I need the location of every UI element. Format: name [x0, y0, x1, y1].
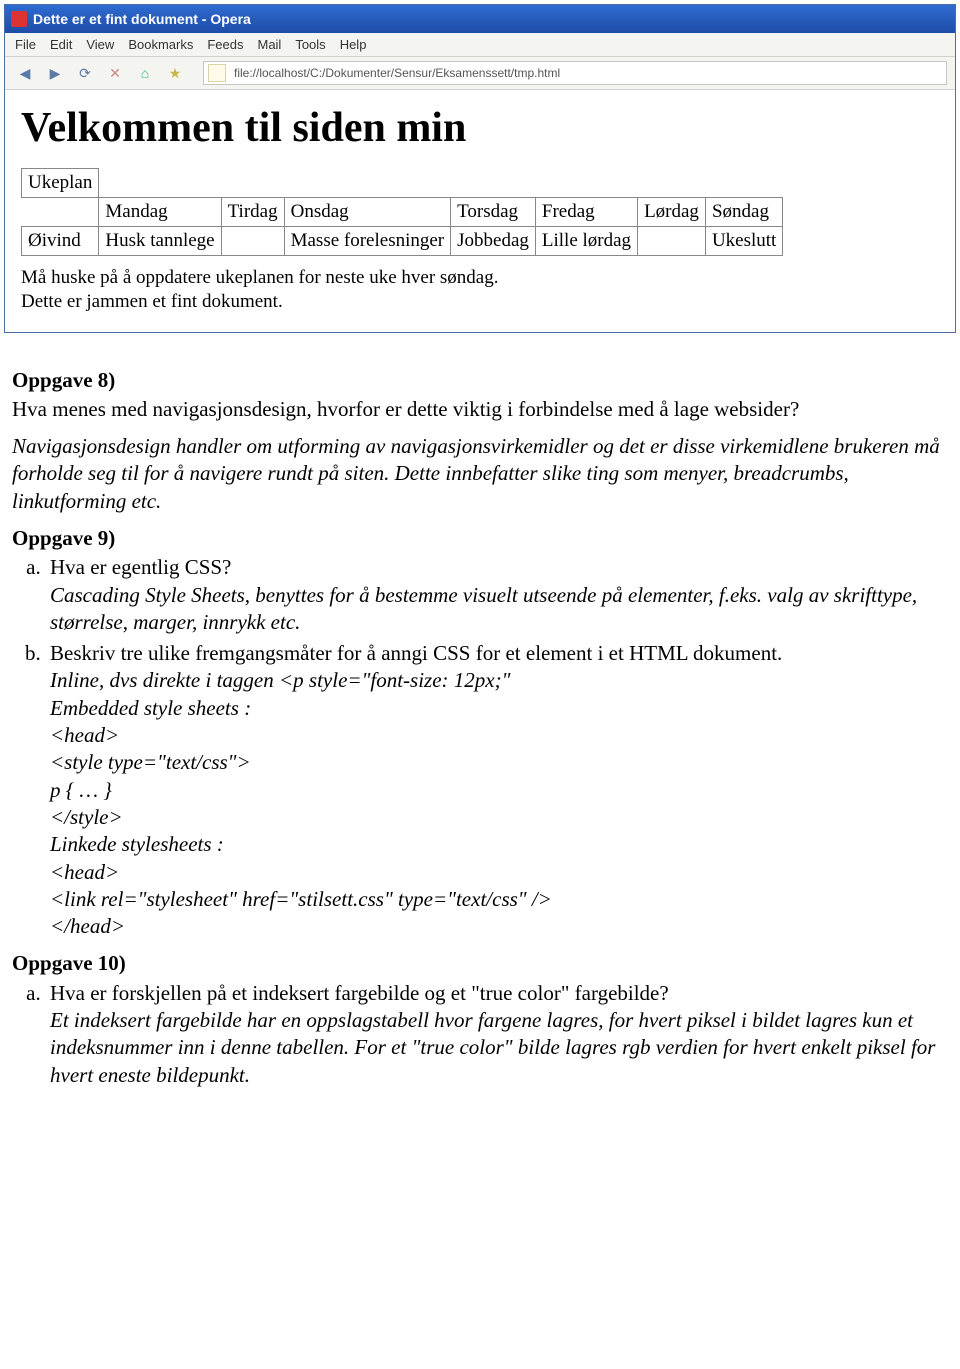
window-title: Dette er et fint dokument - Opera: [33, 11, 251, 27]
table-header-row: Mandag Tirdag Onsdag Torsdag Fredag Lørd…: [22, 198, 783, 227]
page-viewport: Velkommen til siden min Ukeplan Mandag T…: [5, 90, 955, 332]
day-header: Onsdag: [284, 198, 451, 227]
menu-file[interactable]: File: [15, 37, 36, 52]
oppgave8-answer: Navigasjonsdesign handler om utforming a…: [12, 433, 948, 515]
table-cell: Husk tannlege: [99, 227, 221, 256]
menu-bookmarks[interactable]: Bookmarks: [128, 37, 193, 52]
document-body: Oppgave 8) Hva menes med navigasjonsdesi…: [0, 351, 960, 1123]
oppgave10-a: Hva er forskjellen på et indeksert farge…: [46, 980, 948, 1089]
stop-button[interactable]: ✕: [103, 63, 127, 83]
oppgave8-question: Hva menes med navigasjonsdesign, hvorfor…: [12, 396, 948, 423]
menu-tools[interactable]: Tools: [295, 37, 325, 52]
day-header: Torsdag: [451, 198, 536, 227]
oppgave8-title: Oppgave 8): [12, 367, 948, 394]
day-header: Mandag: [99, 198, 221, 227]
table-cell: Masse forelesninger: [284, 227, 451, 256]
address-input[interactable]: [232, 65, 942, 81]
oppgave9-b-line6: Linkede stylesheets :: [50, 832, 224, 856]
oppgave9-a-question: Hva er egentlig CSS?: [50, 555, 231, 579]
oppgave9-b-line8: <link rel="stylesheet" href="stilsett.cs…: [50, 887, 552, 911]
back-button[interactable]: ◀: [13, 63, 37, 83]
ukeplan-table: Ukeplan Mandag Tirdag Onsdag Torsdag Fre…: [21, 168, 783, 256]
oppgave9-b: Beskriv tre ulike fremgangsmåter for å a…: [46, 640, 948, 940]
day-header: Tirdag: [221, 198, 284, 227]
page-note: Må huske på å oppdatere ukeplanen for ne…: [21, 266, 939, 314]
oppgave9-b-line9: </head>: [50, 914, 125, 938]
oppgave9-b-line4: p { … }: [50, 778, 112, 802]
oppgave9-title: Oppgave 9): [12, 525, 948, 552]
menu-edit[interactable]: Edit: [50, 37, 72, 52]
table-corner: Ukeplan: [22, 169, 99, 198]
day-header: Fredag: [535, 198, 637, 227]
window-titlebar: Dette er et fint dokument - Opera: [5, 5, 955, 33]
oppgave10-a-answer: Et indeksert fargebilde har en oppslagst…: [50, 1008, 935, 1087]
table-cell: Jobbedag: [451, 227, 536, 256]
toolbar: ◀ ▶ ⟳ ✕ ⌂ ★: [5, 57, 955, 90]
table-cell: [221, 227, 284, 256]
oppgave10-title: Oppgave 10): [12, 950, 948, 977]
table-cell: Lille lørdag: [535, 227, 637, 256]
wand-button[interactable]: ★: [163, 63, 187, 83]
oppgave10-a-question: Hva er forskjellen på et indeksert farge…: [50, 981, 669, 1005]
menu-feeds[interactable]: Feeds: [207, 37, 243, 52]
address-bar[interactable]: [203, 61, 947, 85]
note-line-2: Dette er jammen et fint dokument.: [21, 291, 283, 312]
oppgave9-b-line7: <head>: [50, 860, 119, 884]
oppgave9-a: Hva er egentlig CSS? Cascading Style She…: [46, 554, 948, 636]
oppgave9-b-line3: <style type="text/css">: [50, 750, 251, 774]
forward-button[interactable]: ▶: [43, 63, 67, 83]
oppgave9-b-line5: </style>: [50, 805, 123, 829]
home-button[interactable]: ⌂: [133, 63, 157, 83]
row-label: Øivind: [22, 227, 99, 256]
table-cell: Ukeslutt: [705, 227, 782, 256]
menu-view[interactable]: View: [86, 37, 114, 52]
day-header: Lørdag: [638, 198, 706, 227]
menu-help[interactable]: Help: [340, 37, 367, 52]
oppgave9-b-line1: Embedded style sheets :: [50, 696, 251, 720]
oppgave9-b-line0: Inline, dvs direkte i taggen <p style="f…: [50, 668, 510, 692]
table-cell: [638, 227, 706, 256]
page-heading: Velkommen til siden min: [21, 104, 939, 152]
browser-window: Dette er et fint dokument - Opera File E…: [4, 4, 956, 333]
menu-mail[interactable]: Mail: [257, 37, 281, 52]
day-header: Søndag: [705, 198, 782, 227]
file-icon: [208, 64, 226, 82]
app-icon: [11, 11, 27, 27]
oppgave9-b-question: Beskriv tre ulike fremgangsmåter for å a…: [50, 641, 782, 665]
note-line-1: Må huske på å oppdatere ukeplanen for ne…: [21, 267, 498, 288]
oppgave9-a-answer: Cascading Style Sheets, benyttes for å b…: [50, 583, 917, 634]
oppgave9-b-line2: <head>: [50, 723, 119, 747]
menu-bar: File Edit View Bookmarks Feeds Mail Tool…: [5, 33, 955, 57]
table-data-row: Øivind Husk tannlege Masse forelesninger…: [22, 227, 783, 256]
reload-button[interactable]: ⟳: [73, 63, 97, 83]
